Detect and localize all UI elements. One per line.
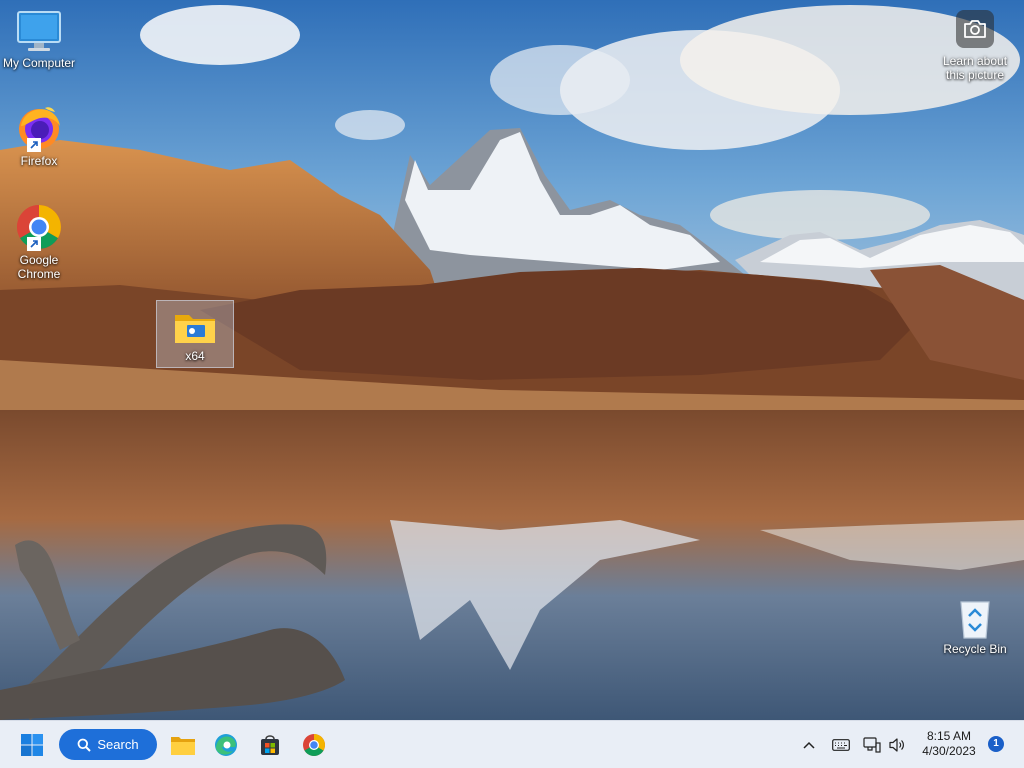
- volume-icon: [889, 738, 904, 752]
- windows-logo-icon: [21, 734, 43, 756]
- edge-icon: [215, 734, 237, 756]
- network-icon: [863, 737, 881, 753]
- chevron-up-icon: [803, 741, 815, 749]
- desktop-icon-google-chrome[interactable]: Google Chrome: [1, 203, 77, 281]
- keyboard-icon: [832, 739, 850, 751]
- start-button[interactable]: [16, 729, 48, 761]
- desktop-icon-label: My Computer: [2, 56, 76, 70]
- search-label: Search: [97, 737, 139, 752]
- notification-badge[interactable]: 1: [988, 736, 1004, 752]
- network-button[interactable]: [862, 735, 882, 755]
- clock[interactable]: 8:15 AM 4/30/2023: [914, 729, 984, 759]
- taskbar-edge[interactable]: [210, 729, 242, 761]
- taskbar-chrome[interactable]: [298, 729, 330, 761]
- shortcut-arrow-icon: [27, 138, 41, 152]
- search-icon: [77, 738, 92, 752]
- show-hidden-icons-button[interactable]: [800, 735, 818, 755]
- taskbar: Search 8:15 AM 4/30/2023: [0, 720, 1024, 768]
- folder-icon: [171, 737, 195, 755]
- volume-button[interactable]: [886, 735, 908, 755]
- taskbar-file-explorer[interactable]: [167, 729, 199, 761]
- desktop-icon-my-computer[interactable]: My Computer: [1, 10, 77, 70]
- clock-time: 8:15 AM: [926, 729, 972, 743]
- folder-icon: [175, 315, 215, 343]
- desktop-icon-label: Google Chrome: [17, 253, 61, 281]
- camera-icon: [964, 20, 986, 38]
- monitor-icon: [17, 11, 61, 51]
- desktop-icon-label: Firefox: [20, 154, 58, 168]
- recycle-bin-icon: [960, 601, 990, 639]
- store-icon: [261, 735, 279, 755]
- desktop-icon-label: x64: [185, 349, 205, 363]
- desktop-icon-firefox[interactable]: Firefox: [1, 104, 77, 168]
- clock-date: 4/30/2023: [922, 744, 976, 758]
- search-button[interactable]: Search: [59, 729, 157, 760]
- taskbar-store[interactable]: [254, 729, 286, 761]
- keyboard-button[interactable]: [830, 735, 852, 755]
- desktop-wallpaper: [0, 0, 1024, 720]
- learn-about-this-picture[interactable]: Learn about this picture: [937, 10, 1013, 82]
- spotlight-label: Learn about this picture: [942, 54, 1008, 82]
- desktop-icon-recycle-bin[interactable]: Recycle Bin: [937, 596, 1013, 656]
- chrome-icon: [303, 734, 325, 756]
- shortcut-arrow-icon: [27, 237, 41, 251]
- desktop-icon-label: Recycle Bin: [943, 642, 1007, 656]
- desktop-icon-x64-folder[interactable]: x64: [156, 300, 234, 368]
